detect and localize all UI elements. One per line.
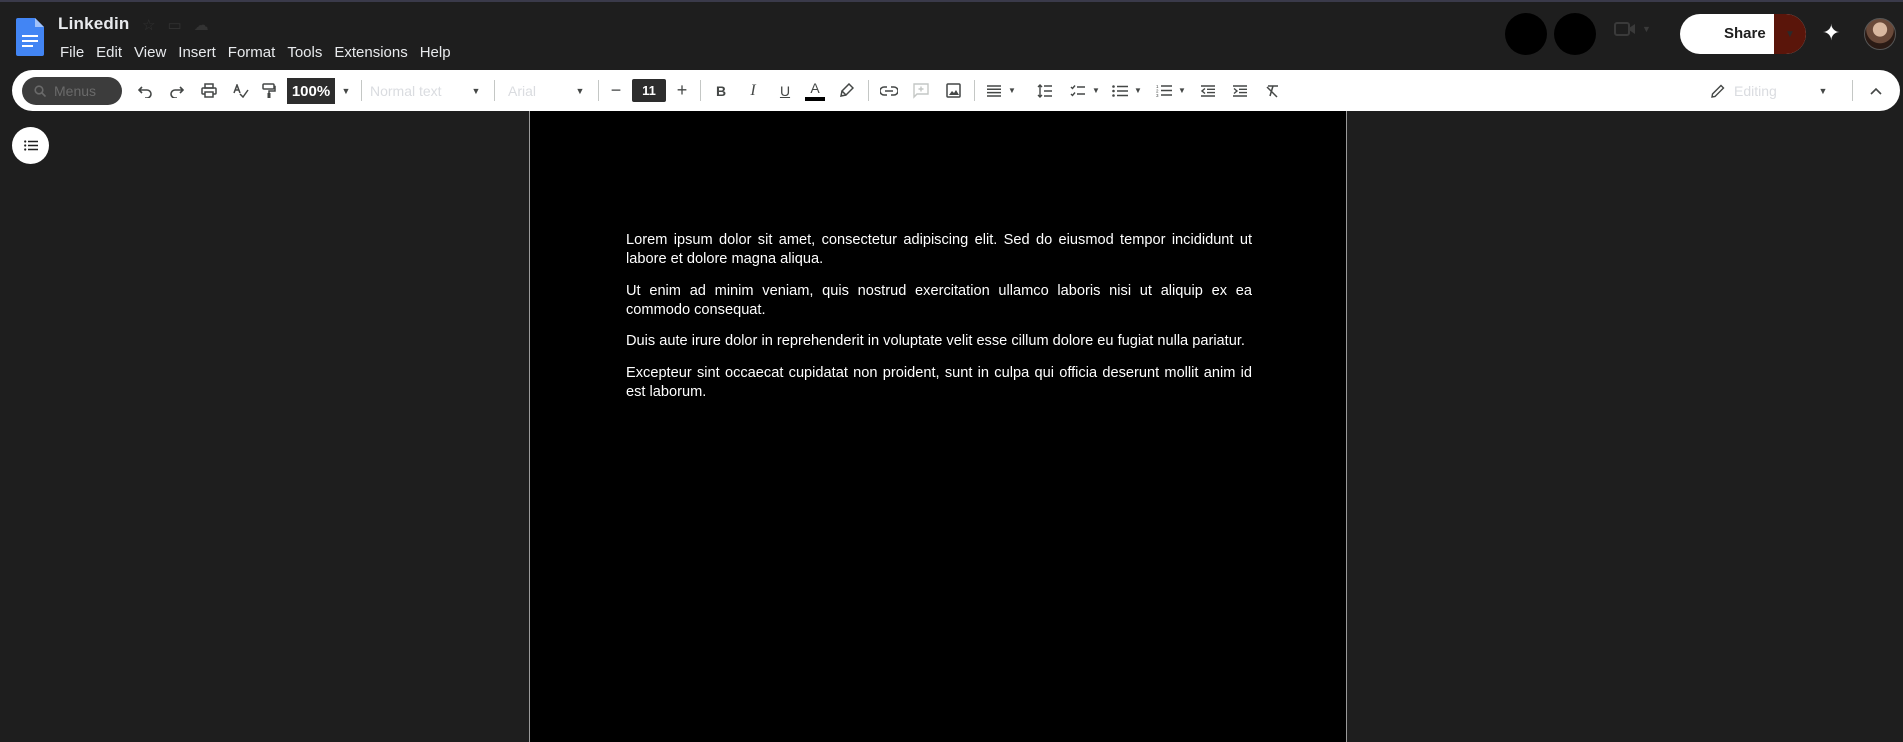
highlight-icon[interactable] [834, 70, 860, 111]
divider [598, 80, 599, 101]
align-justify-icon[interactable] [982, 70, 1006, 111]
bold-icon[interactable]: B [708, 70, 734, 111]
chevron-down-icon[interactable]: ▼ [1006, 70, 1018, 111]
decrease-indent-icon[interactable] [1196, 70, 1220, 111]
video-call-icon [1614, 22, 1635, 36]
formatting-toolbar: Menus 100% ▼ Normal text ▼ Arial ▼ − 11 … [12, 70, 1900, 111]
menu-tools[interactable]: Tools [281, 42, 328, 63]
menu-bar: File Edit View Insert Format Tools Exten… [58, 42, 457, 63]
editing-mode-select[interactable]: Editing [1734, 70, 1794, 111]
paragraph[interactable]: Ut enim ad minim veniam, quis nostrud ex… [626, 282, 1252, 320]
zoom-select[interactable]: 100% [287, 78, 335, 104]
menu-view[interactable]: View [128, 42, 172, 63]
docs-logo-icon[interactable] [16, 18, 44, 56]
menu-edit[interactable]: Edit [90, 42, 128, 63]
underline-icon[interactable]: U [772, 70, 798, 111]
chevron-down-icon[interactable]: ▼ [1090, 70, 1102, 111]
divider [700, 80, 701, 101]
menu-insert[interactable]: Insert [172, 42, 222, 63]
cloud-status-icon[interactable]: ☁ [194, 16, 209, 34]
style-select[interactable]: Normal text [370, 70, 452, 111]
italic-icon[interactable]: I [740, 70, 766, 111]
search-menus[interactable]: Menus [22, 77, 122, 105]
clear-formatting-icon[interactable] [1260, 70, 1284, 111]
divider [494, 80, 495, 101]
move-folder-icon[interactable]: ▭ [167, 16, 181, 34]
decrease-font-size-icon[interactable]: − [606, 70, 626, 111]
paragraph[interactable]: Lorem ipsum dolor sit amet, consectetur … [626, 231, 1252, 269]
chevron-down-icon[interactable]: ▼ [572, 70, 588, 111]
text-color-icon[interactable]: A [802, 70, 828, 111]
font-size-input[interactable]: 11 [632, 79, 666, 102]
paragraph[interactable]: Duis aute irure dolor in reprehenderit i… [626, 332, 1252, 351]
star-icon[interactable]: ☆ [142, 16, 155, 34]
menu-extensions[interactable]: Extensions [328, 42, 413, 63]
outline-list-icon [23, 140, 38, 151]
title-icons: ☆ ▭ ☁ [142, 16, 209, 34]
document-outline-button[interactable] [12, 127, 49, 164]
divider [974, 80, 975, 101]
gemini-icon[interactable]: ✦ [1822, 20, 1840, 46]
divider [361, 80, 362, 101]
top-bar: Linkedin ☆ ▭ ☁ File Edit View Insert For… [0, 0, 1903, 70]
chevron-down-icon[interactable]: ▼ [1132, 70, 1144, 111]
search-icon [34, 85, 46, 97]
redo-icon[interactable] [164, 70, 190, 111]
paragraph[interactable]: Excepteur sint occaecat cupidatat non pr… [626, 364, 1252, 402]
increase-indent-icon[interactable] [1228, 70, 1252, 111]
share-label: Share [1724, 25, 1766, 42]
collapse-toolbar-icon[interactable] [1864, 70, 1888, 111]
spellcheck-icon[interactable] [228, 70, 254, 111]
divider [868, 80, 869, 101]
collaborator-avatar[interactable] [1505, 13, 1547, 55]
print-icon[interactable] [196, 70, 222, 111]
increase-font-size-icon[interactable]: + [672, 70, 692, 111]
document-title[interactable]: Linkedin [58, 14, 130, 34]
profile-avatar[interactable] [1864, 18, 1896, 50]
chevron-down-icon: ▼ [1785, 28, 1795, 40]
search-placeholder: Menus [54, 83, 97, 99]
paint-format-icon[interactable] [256, 70, 282, 111]
menu-file[interactable]: File [58, 42, 90, 63]
bulleted-list-icon[interactable] [1108, 70, 1132, 111]
meet-button[interactable]: ▼ [1614, 20, 1651, 38]
add-comment-icon[interactable] [908, 70, 934, 111]
chevron-down-icon[interactable]: ▼ [468, 70, 484, 111]
divider [1852, 80, 1853, 101]
share-dropdown-button[interactable]: ▼ [1774, 14, 1806, 54]
undo-icon[interactable] [132, 70, 158, 111]
font-select[interactable]: Arial [508, 70, 568, 111]
menu-format[interactable]: Format [222, 42, 282, 63]
chevron-down-icon[interactable]: ▼ [338, 70, 354, 111]
edit-pencil-icon[interactable] [1708, 70, 1728, 111]
document-page[interactable]: Lorem ipsum dolor sit amet, consectetur … [529, 111, 1347, 742]
share-button[interactable]: Share ▼ [1680, 14, 1806, 54]
chevron-down-icon[interactable]: ▼ [1176, 70, 1188, 111]
chevron-down-icon[interactable]: ▼ [1816, 70, 1830, 111]
numbered-list-icon[interactable]: 123 [1152, 70, 1176, 111]
collaborator-avatar[interactable] [1554, 13, 1596, 55]
insert-image-icon[interactable] [940, 70, 966, 111]
svg-text:3: 3 [1156, 93, 1159, 97]
menu-help[interactable]: Help [414, 42, 457, 63]
link-icon[interactable] [876, 70, 902, 111]
checklist-icon[interactable] [1066, 70, 1090, 111]
chevron-down-icon: ▼ [1642, 24, 1651, 34]
line-spacing-icon[interactable] [1032, 70, 1058, 111]
